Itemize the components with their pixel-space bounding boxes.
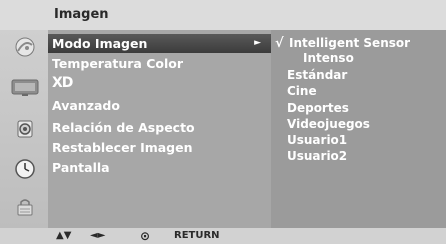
option-intelligent-sensor[interactable]: Intelligent Sensor [289,35,410,51]
left-right-arrows-icon: ◄► [90,230,106,241]
option-estandar[interactable]: Estándar [287,67,347,83]
menu-item-label: Relación de Aspecto [52,120,195,135]
page-title: Imagen [54,7,109,22]
menu-item-modo-imagen[interactable]: Modo Imagen ► [48,34,271,53]
menu-item-label: Pantalla [52,160,110,175]
clock-icon[interactable] [14,158,36,180]
option-cine[interactable]: Cine [287,83,317,99]
up-down-arrows-icon: ▲▼ [56,230,72,241]
menu-item-label: Modo Imagen [52,36,148,51]
xd-logo: XD [52,75,73,91]
ok-button-icon: ⊙ [140,229,151,243]
return-label: RETURN [174,230,220,241]
menu-item-restablecer-imagen[interactable]: Restablecer Imagen [52,138,264,157]
menu-item-relacion-aspecto[interactable]: Relación de Aspecto [52,118,264,137]
menu-item-temperatura-color[interactable]: Temperatura Color [52,54,264,73]
option-intenso[interactable]: Intenso [303,50,354,66]
option-usuario2[interactable]: Usuario2 [287,148,347,164]
menu-item-xd[interactable]: XD [52,74,264,93]
option-deportes[interactable]: Deportes [287,100,349,116]
menu-item-label: Restablecer Imagen [52,140,193,155]
menu-item-label: Temperatura Color [52,56,184,71]
footer-nav-hints: ▲▼ ◄► ⊙ RETURN [0,228,446,244]
main-menu-panel: Modo Imagen ► Temperatura Color XD Avanz… [48,30,271,228]
option-usuario1[interactable]: Usuario1 [287,132,347,148]
satellite-dish-icon[interactable] [14,36,36,58]
lock-icon[interactable] [14,196,36,218]
menu-item-avanzado[interactable]: Avanzado [52,96,264,115]
menu-title-bar: Imagen [0,0,446,30]
menu-item-label: Avanzado [52,98,120,113]
menu-item-pantalla[interactable]: Pantalla [52,158,264,177]
checkmark-icon: √ [275,36,284,51]
tv-screen-icon[interactable] [10,76,40,98]
submenu-panel: √ Intelligent Sensor Intenso Estándar Ci… [271,30,446,228]
option-videojuegos[interactable]: Videojuegos [287,116,370,132]
category-icon-column [0,30,48,228]
speaker-icon[interactable] [14,118,36,140]
submenu-arrow-icon: ► [254,38,261,48]
